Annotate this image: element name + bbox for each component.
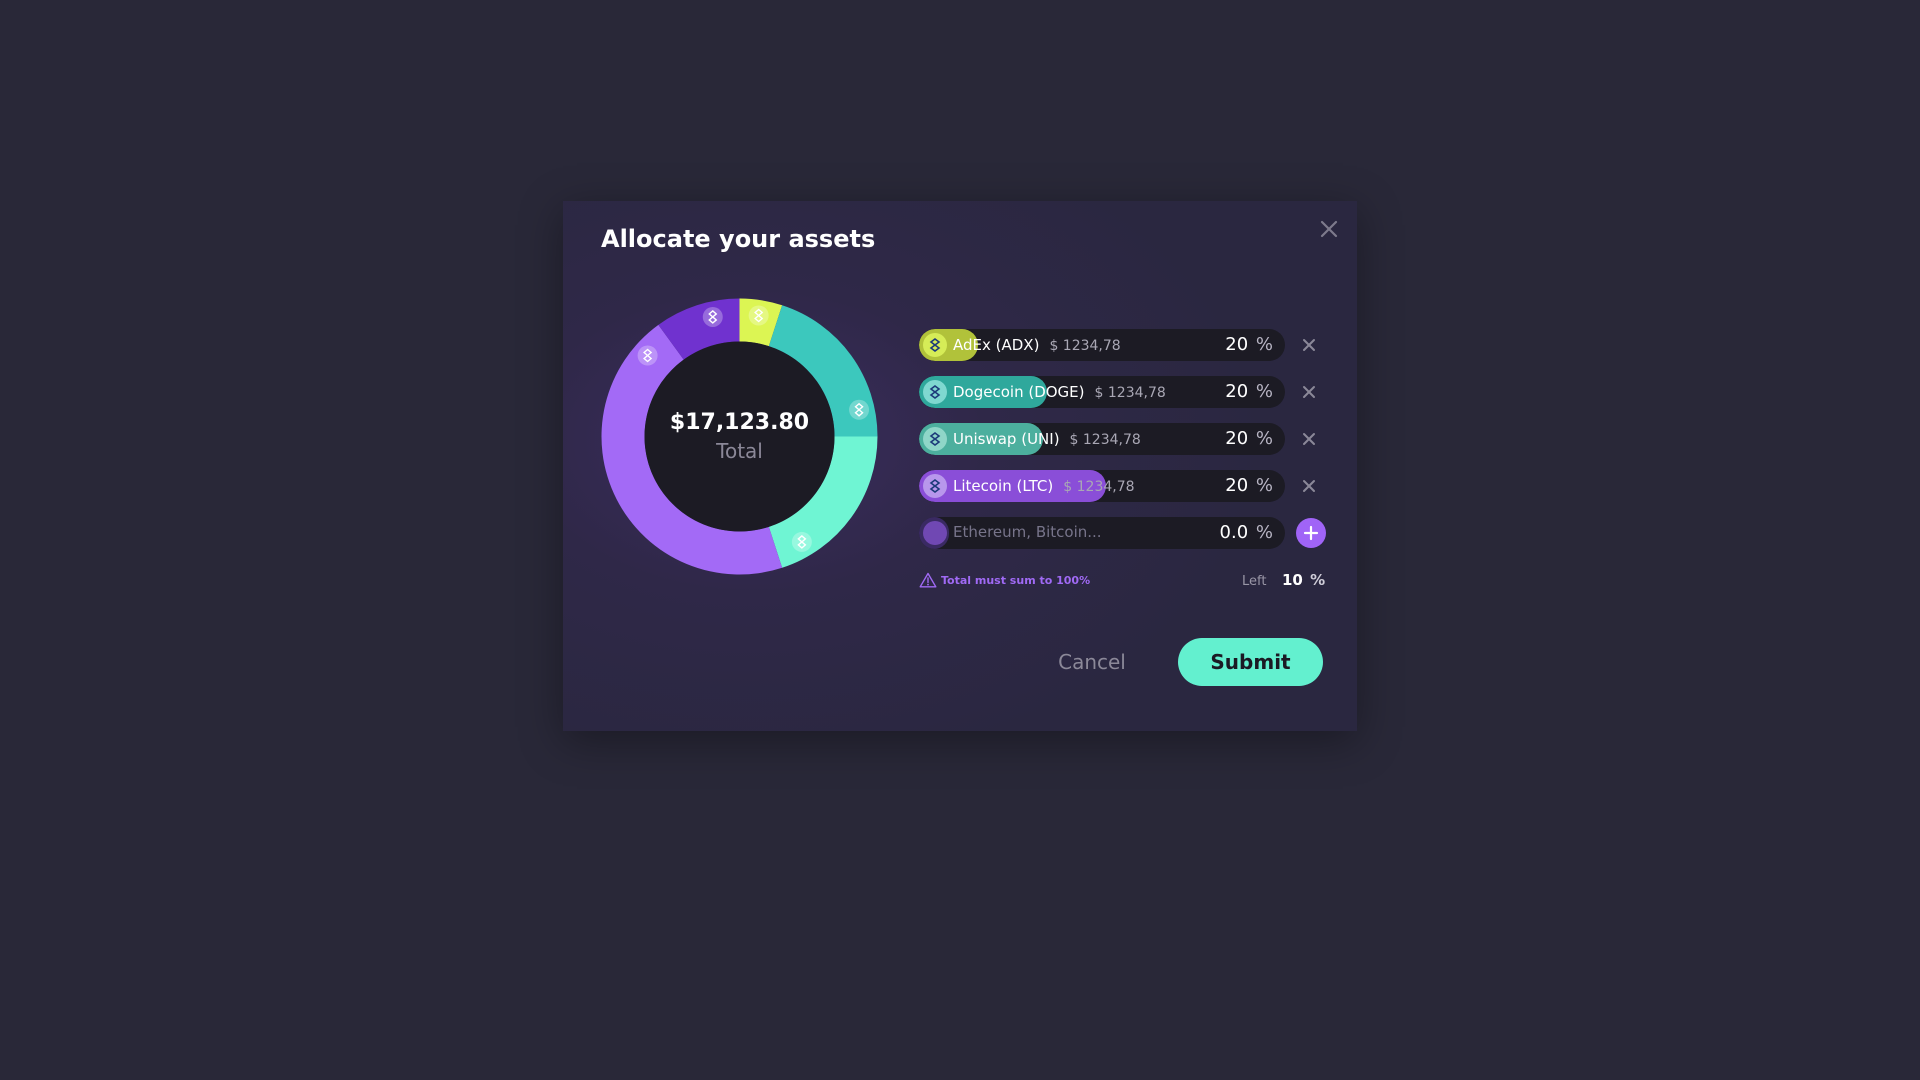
remove-asset-icon[interactable] — [1299, 335, 1319, 355]
asset-name: AdEx (ADX) — [953, 336, 1040, 354]
percent-value: 20 — [1225, 428, 1249, 449]
coin-icon — [923, 333, 947, 357]
asset-search-input[interactable] — [953, 523, 1173, 541]
asset-percent[interactable]: 20 % — [1225, 381, 1273, 402]
asset-name-row: Litecoin (LTC) $ 1234,78 — [953, 477, 1135, 495]
donut-center: $17,123.80 Total — [601, 298, 878, 575]
asset-name-row: AdEx (ADX) $ 1234,78 — [953, 336, 1121, 354]
allocate-assets-modal: Allocate your assets $17,123.80 Total Ad… — [563, 201, 1357, 731]
warning-text: Total must sum to 100% — [941, 573, 1091, 587]
close-icon[interactable] — [1315, 215, 1343, 243]
asset-percent[interactable]: 20 % — [1225, 475, 1273, 496]
left-percent: 10 — [1282, 571, 1303, 589]
asset-value: $ 1234,78 — [1063, 479, 1135, 495]
asset-name-row: Uniswap (UNI) $ 1234,78 — [953, 430, 1141, 448]
left-value: 10 % — [1282, 571, 1325, 589]
asset-percent[interactable]: 20 % — [1225, 428, 1273, 449]
asset-name: Uniswap (UNI) — [953, 430, 1060, 448]
asset-name: Litecoin (LTC) — [953, 477, 1054, 495]
percent-unit: % — [1255, 475, 1273, 496]
percent-value: 20 — [1225, 334, 1249, 355]
asset-row: Uniswap (UNI) $ 1234,78 20 % — [919, 423, 1339, 455]
asset-percent[interactable]: 20 % — [1225, 334, 1273, 355]
asset-bar[interactable]: Uniswap (UNI) $ 1234,78 20 % — [919, 423, 1285, 455]
remove-asset-icon[interactable] — [1299, 429, 1319, 449]
percent-value: 20 — [1225, 381, 1249, 402]
asset-name: Dogecoin (DOGE) — [953, 383, 1085, 401]
sum-warning: Total must sum to 100% — [919, 572, 1090, 588]
remove-asset-icon[interactable] — [1299, 382, 1319, 402]
new-asset-bar: 0.0 % — [919, 517, 1285, 549]
percent-unit: % — [1255, 334, 1273, 355]
asset-value: $ 1234,78 — [1069, 432, 1141, 448]
percent-unit: % — [1255, 522, 1273, 543]
total-label: Total — [716, 439, 763, 463]
asset-row: Dogecoin (DOGE) $ 1234,78 20 % — [919, 376, 1339, 408]
asset-bar[interactable]: Litecoin (LTC) $ 1234,78 20 % — [919, 470, 1285, 502]
coin-icon — [923, 474, 947, 498]
total-amount: $17,123.80 — [669, 410, 810, 435]
coin-icon — [923, 427, 947, 451]
modal-title: Allocate your assets — [601, 225, 876, 253]
empty-coin-icon — [923, 521, 947, 545]
left-unit: % — [1310, 571, 1326, 589]
new-asset-row: 0.0 % — [919, 517, 1339, 549]
remove-asset-icon[interactable] — [1299, 476, 1319, 496]
left-label: Left — [1242, 574, 1267, 589]
asset-row: Litecoin (LTC) $ 1234,78 20 % — [919, 470, 1339, 502]
percent-value: 0.0 — [1219, 522, 1249, 543]
asset-row: AdEx (ADX) $ 1234,78 20 % — [919, 329, 1339, 361]
allocation-donut-chart: $17,123.80 Total — [601, 298, 878, 575]
add-asset-button[interactable] — [1296, 518, 1326, 548]
percent-value: 20 — [1225, 475, 1249, 496]
new-asset-percent[interactable]: 0.0 % — [1220, 522, 1273, 543]
submit-button[interactable]: Submit — [1178, 638, 1323, 686]
asset-value: $ 1234,78 — [1049, 338, 1121, 354]
plus-icon — [1303, 525, 1319, 541]
asset-bar[interactable]: Dogecoin (DOGE) $ 1234,78 20 % — [919, 376, 1285, 408]
percent-unit: % — [1255, 428, 1273, 449]
asset-name-row: Dogecoin (DOGE) $ 1234,78 — [953, 383, 1166, 401]
asset-value: $ 1234,78 — [1094, 385, 1166, 401]
cancel-button[interactable]: Cancel — [1031, 638, 1153, 686]
coin-icon — [923, 380, 947, 404]
warning-triangle-icon — [919, 572, 937, 588]
asset-bar[interactable]: AdEx (ADX) $ 1234,78 20 % — [919, 329, 1285, 361]
percent-unit: % — [1255, 381, 1273, 402]
